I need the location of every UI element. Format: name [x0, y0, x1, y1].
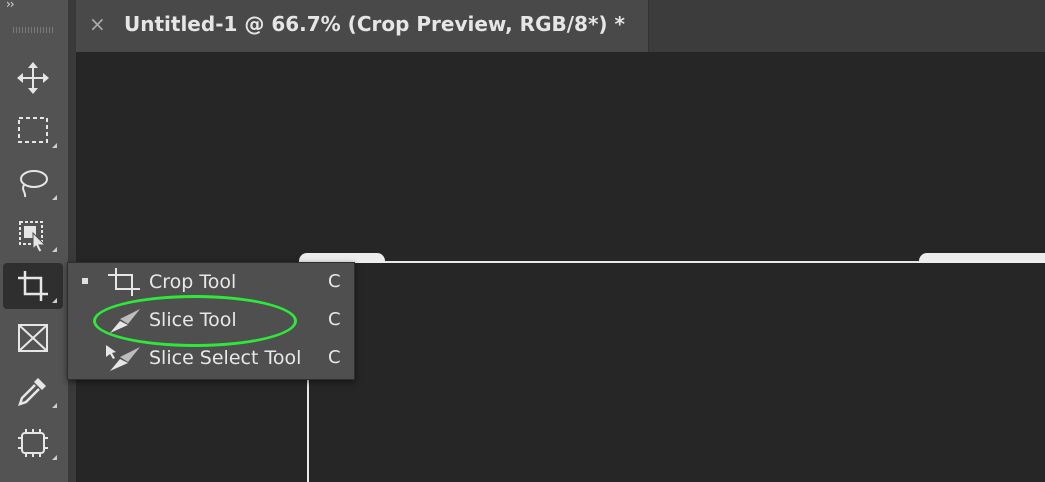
frame-icon	[18, 324, 48, 352]
document-tab-title: Untitled-1 @ 66.7% (Crop Preview, RGB/8*…	[124, 12, 625, 36]
crop-icon	[106, 267, 142, 301]
crop-tool-button[interactable]	[3, 263, 63, 309]
menu-item-label: Slice Tool	[149, 309, 237, 331]
submenu-indicator-icon	[52, 247, 57, 252]
submenu-indicator-icon	[52, 143, 57, 148]
lasso-tool-button[interactable]	[3, 160, 63, 206]
menu-item-shortcut: C	[328, 347, 341, 368]
expand-panel-icon[interactable]: ››	[6, 0, 15, 11]
panel-divider	[69, 0, 76, 482]
rectangular-marquee-icon	[18, 117, 48, 143]
document-tab[interactable]: × Untitled-1 @ 66.7% (Crop Preview, RGB/…	[76, 0, 649, 52]
submenu-indicator-icon	[52, 195, 57, 200]
menu-item-label: Crop Tool	[149, 271, 237, 293]
menu-item-label: Slice Select Tool	[149, 347, 302, 369]
eyedropper-tool-button[interactable]	[3, 368, 63, 414]
eyedropper-icon	[18, 378, 46, 406]
panel-grip[interactable]	[13, 27, 53, 33]
object-selection-icon	[19, 221, 47, 252]
crop-tool-flyout-menu: Crop Tool C Slice Tool C Slice Select To…	[67, 262, 355, 380]
slice-icon	[106, 305, 142, 339]
crop-handle-top-right[interactable]	[919, 253, 1045, 263]
menu-item-slice-tool[interactable]: Slice Tool C	[68, 301, 354, 339]
menu-item-shortcut: C	[328, 309, 341, 330]
menu-item-slice-select-tool[interactable]: Slice Select Tool C	[68, 339, 354, 377]
marquee-tool-button[interactable]	[3, 108, 63, 154]
submenu-indicator-icon	[52, 298, 57, 303]
tools-panel: ››	[0, 0, 69, 482]
slice-select-icon	[106, 343, 142, 377]
menu-item-shortcut: C	[328, 271, 341, 292]
submenu-indicator-icon	[52, 403, 57, 408]
lasso-icon	[20, 170, 48, 198]
spot-healing-tool-button[interactable]	[3, 420, 63, 466]
menu-item-crop-tool[interactable]: Crop Tool C	[68, 263, 354, 301]
frame-tool-button[interactable]	[3, 315, 63, 361]
submenu-indicator-icon	[52, 455, 57, 460]
move-icon	[17, 62, 49, 94]
close-icon[interactable]: ×	[89, 12, 106, 36]
document-tab-bar: × Untitled-1 @ 66.7% (Crop Preview, RGB/…	[76, 0, 1045, 52]
crop-icon	[18, 271, 48, 301]
move-tool-button[interactable]	[3, 55, 63, 101]
object-selection-tool-button[interactable]	[3, 212, 63, 258]
selected-bullet-icon	[82, 278, 88, 284]
bandage-icon	[18, 429, 48, 457]
